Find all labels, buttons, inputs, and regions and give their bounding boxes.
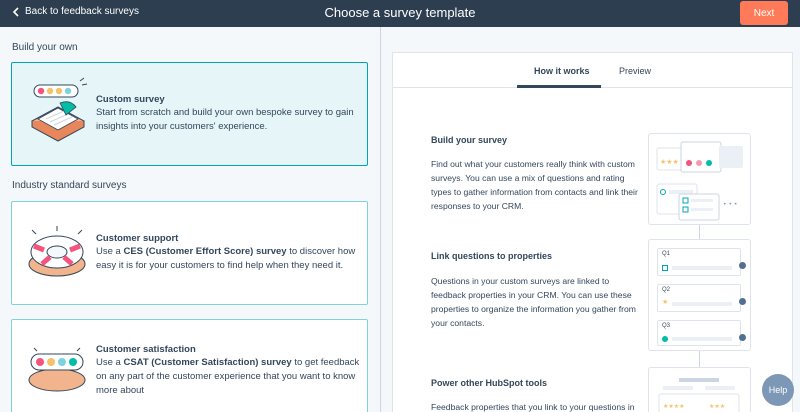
svg-text:★★★★: ★★★★	[663, 403, 685, 410]
lifebuoy-icon	[26, 224, 88, 287]
next-button[interactable]: Next	[740, 1, 788, 25]
property-link-icon	[739, 334, 746, 341]
block-text-build: Find out what your customers really thin…	[431, 159, 638, 211]
template-desc-satisfaction: Use a CSAT (Customer Satisfaction) surve…	[96, 357, 360, 396]
top-bar: Back to feedback surveys Choose a survey…	[0, 0, 800, 27]
build-survey-illustration: ★★★ • • •	[648, 133, 751, 225]
question-card-q1: Q1	[657, 248, 741, 276]
section-title-industry: Industry standard surveys	[12, 180, 127, 191]
template-card-customer-satisfaction[interactable]: Customer satisfaction Use a CSAT (Custom…	[11, 319, 368, 412]
svg-text:★★★: ★★★	[709, 403, 725, 410]
detail-tabs: How it works Preview	[393, 53, 792, 88]
hubspot-tools-illustration: ★★★★ ★★★	[648, 367, 751, 412]
tab-preview[interactable]: Preview	[619, 66, 651, 76]
connector-line	[699, 225, 700, 239]
template-title-custom: Custom survey	[96, 94, 165, 105]
template-card-custom[interactable]: Custom survey Start from scratch and bui…	[11, 62, 368, 166]
question-card-q3: Q3	[657, 320, 741, 346]
block-title-build: Build your survey	[431, 135, 508, 145]
template-detail-panel: How it works Preview Build your survey F…	[392, 52, 793, 412]
active-tab-indicator	[517, 85, 601, 88]
section-title-build-own: Build your own	[12, 42, 78, 53]
block-text-link: Questions in your custom surveys are lin…	[431, 276, 636, 328]
connector-line	[699, 351, 700, 367]
template-card-customer-support[interactable]: Customer support Use a CES (Customer Eff…	[11, 201, 368, 305]
radio-icon	[662, 336, 668, 342]
block-title-link: Link questions to properties	[431, 251, 553, 261]
template-desc-custom: Start from scratch and build your own be…	[96, 107, 354, 132]
property-link-icon	[739, 298, 746, 305]
template-title-support: Customer support	[96, 233, 179, 244]
block-text-power: Feedback properties that you link to you…	[431, 402, 635, 412]
property-link-icon	[739, 262, 746, 269]
custom-survey-illustration	[26, 77, 88, 154]
star-icon: ★	[662, 299, 669, 306]
tab-how-it-works[interactable]: How it works	[534, 66, 590, 76]
help-button[interactable]: Help	[762, 374, 794, 406]
template-title-satisfaction: Customer satisfaction	[96, 344, 196, 355]
question-card-q2: Q2 ★	[657, 284, 741, 312]
svg-text:• • •: • • •	[723, 201, 737, 208]
checkbox-icon	[662, 265, 668, 271]
template-desc-support: Use a CES (Customer Effort Score) survey…	[96, 246, 356, 271]
template-list: Build your own Custom survey Start from …	[0, 27, 381, 412]
rating-scale-icon	[26, 346, 88, 401]
link-properties-illustration: Q1 Q2 ★ Q3	[648, 239, 751, 351]
page-title: Choose a survey template	[324, 5, 476, 20]
block-title-power: Power other HubSpot tools	[431, 378, 547, 388]
svg-text:★★★: ★★★	[660, 158, 679, 166]
